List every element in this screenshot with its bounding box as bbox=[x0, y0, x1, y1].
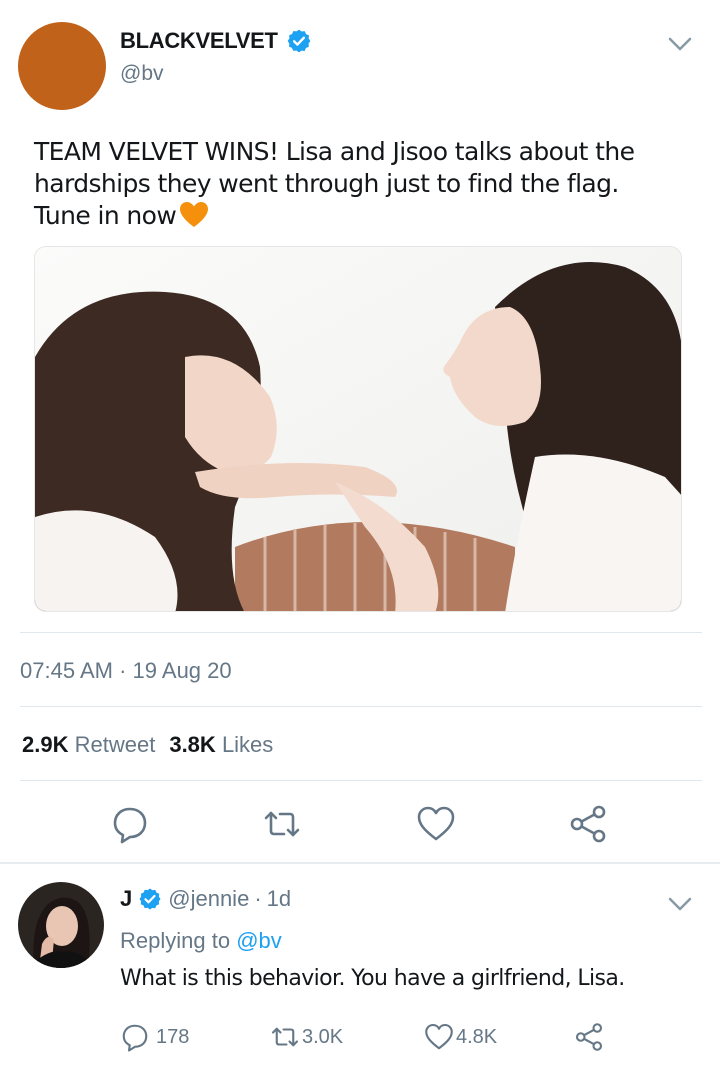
retweet-label: Retweet bbox=[74, 732, 156, 757]
reply-author-name: J bbox=[120, 886, 133, 911]
avatar[interactable] bbox=[18, 22, 106, 110]
share-icon bbox=[575, 1023, 603, 1051]
tweet-body: TEAM VELVET WINS! Lisa and Jisoo talks a… bbox=[34, 137, 635, 230]
replying-to-mention[interactable]: @bv bbox=[236, 928, 282, 953]
reply-action-bar: 178 3.0K 4.8K bbox=[0, 1018, 720, 1058]
reply-age: 1d bbox=[266, 886, 292, 911]
verified-badge-icon bbox=[139, 888, 161, 910]
reply-text: What is this behavior. You have a girlfr… bbox=[120, 966, 625, 991]
tweet-action-bar bbox=[0, 800, 720, 850]
reply-author[interactable]: J @jennie · 1d bbox=[120, 886, 291, 912]
retweet-icon bbox=[271, 1027, 299, 1047]
tweet-header: BLACKVELVET @bv bbox=[0, 0, 720, 120]
reply-separator: · bbox=[254, 886, 262, 911]
photo-image bbox=[35, 247, 681, 611]
replying-to-label: Replying to bbox=[120, 928, 231, 953]
reply-like-count: 4.8K bbox=[456, 1025, 498, 1048]
author-name-label: BLACKVELVET bbox=[120, 28, 278, 53]
reply-icon bbox=[122, 1024, 148, 1052]
retweet-icon[interactable] bbox=[262, 804, 302, 844]
replying-to: Replying to @bv bbox=[120, 928, 282, 954]
tweet-timestamp[interactable]: 07:45 AM · 19 Aug 20 bbox=[20, 658, 232, 684]
author-handle[interactable]: @bv bbox=[120, 62, 164, 86]
like-heart-icon bbox=[425, 1023, 453, 1050]
chevron-down-icon[interactable] bbox=[666, 894, 694, 914]
orange-heart-icon bbox=[180, 202, 209, 227]
tweet-photo[interactable] bbox=[34, 246, 682, 612]
likes-stat[interactable]: 3.8K Likes bbox=[169, 732, 273, 758]
divider bbox=[20, 632, 702, 633]
avatar-image bbox=[18, 882, 104, 968]
divider bbox=[20, 780, 702, 781]
share-icon[interactable] bbox=[568, 804, 608, 844]
reply-tweet[interactable]: J @jennie · 1d Replying to @bv What is t… bbox=[0, 868, 720, 1067]
reply-like-button[interactable]: 4.8K bbox=[424, 1022, 497, 1052]
chevron-down-icon[interactable] bbox=[666, 34, 694, 54]
avatar[interactable] bbox=[18, 882, 104, 968]
section-divider bbox=[0, 862, 720, 864]
timestamp-separator: · bbox=[119, 658, 127, 683]
tweet-time: 07:45 AM bbox=[20, 658, 113, 683]
reply-count: 178 bbox=[156, 1025, 190, 1048]
tweet-date: 19 Aug 20 bbox=[132, 658, 232, 683]
reply-retweet-count: 3.0K bbox=[302, 1025, 344, 1048]
tweet-stats: 2.9K Retweet 3.8K Likes bbox=[22, 732, 273, 758]
reply-handle: @jennie bbox=[168, 886, 250, 911]
reply-share-button[interactable] bbox=[574, 1022, 610, 1052]
verified-badge-icon bbox=[287, 29, 311, 53]
divider bbox=[20, 706, 702, 707]
likes-label: Likes bbox=[221, 732, 274, 757]
like-heart-icon[interactable] bbox=[416, 804, 456, 844]
reply-icon[interactable] bbox=[110, 804, 150, 844]
reply-comment-button[interactable]: 178 bbox=[120, 1022, 189, 1052]
author-name[interactable]: BLACKVELVET bbox=[120, 28, 312, 54]
reply-retweet-button[interactable]: 3.0K bbox=[270, 1022, 343, 1052]
tweet-text: TEAM VELVET WINS! Lisa and Jisoo talks a… bbox=[34, 136, 674, 232]
retweet-count: 2.9K bbox=[22, 732, 69, 757]
likes-count: 3.8K bbox=[169, 732, 216, 757]
retweet-stat[interactable]: 2.9K Retweet bbox=[22, 732, 155, 758]
